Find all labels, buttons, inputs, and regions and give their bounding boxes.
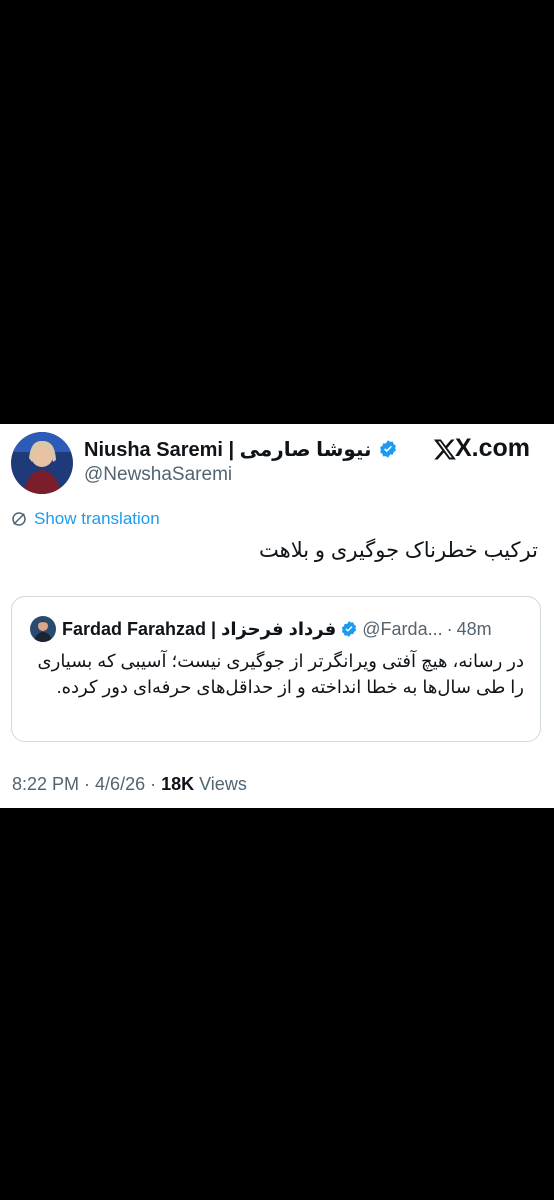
show-translation-label[interactable]: Show translation	[34, 509, 160, 529]
verified-badge-icon	[379, 440, 396, 458]
quoted-header[interactable]: Fardad Farahzad | فرداد فرحزاد @Farda...…	[62, 616, 492, 642]
quoted-author-name[interactable]: Fardad Farahzad | فرداد فرحزاد	[62, 619, 336, 640]
views-label: Views	[199, 774, 247, 794]
x-logo-icon	[433, 439, 456, 459]
tweet-date[interactable]: 4/6/26	[95, 774, 145, 795]
author-avatar[interactable]	[11, 432, 73, 494]
author-name[interactable]: Niusha Saremi | نیوشا صارمی	[84, 437, 372, 462]
quoted-separator: ·	[446, 618, 453, 639]
show-translation-link[interactable]: Show translation	[10, 509, 160, 529]
meta-separator: ·	[150, 774, 157, 794]
quoted-text: در رسانه، هیچ آفتی ویرانگرتر از جوگیری ن…	[37, 651, 524, 697]
quoted-author-avatar[interactable]	[30, 616, 56, 642]
views-count: 18K	[161, 774, 195, 794]
tweet-meta: 8:22 PM · 4/6/26 · 18K Views	[12, 774, 247, 795]
tweet-time[interactable]: 8:22 PM	[12, 774, 79, 795]
author-handle[interactable]: @NewshaSaremi	[84, 464, 232, 486]
site-label-text: X.com	[454, 434, 530, 462]
quoted-time[interactable]: 48m	[457, 619, 492, 640]
meta-separator: ·	[84, 774, 91, 794]
verified-badge-icon	[342, 621, 357, 637]
translate-icon	[12, 512, 26, 526]
author-name-row[interactable]: Niusha Saremi | نیوشا صارمی	[84, 436, 398, 462]
quoted-handle[interactable]: @Farda...	[362, 619, 442, 640]
site-label: X.com	[433, 434, 530, 463]
tweet-text: ترکیب خطرناک جوگیری و بلاهت	[259, 539, 538, 562]
